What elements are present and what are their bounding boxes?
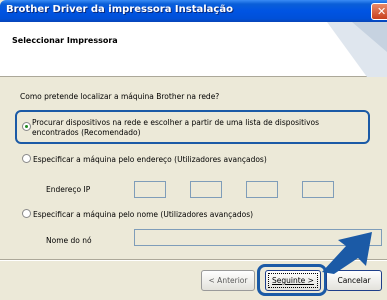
- pointer-arrow-icon: [322, 232, 372, 274]
- header-decoration: [327, 22, 387, 77]
- page-title: Seleccionar Impressora: [12, 36, 118, 45]
- option1-line1: Procurar dispositivos na rede e escolher…: [32, 118, 320, 127]
- next-button[interactable]: Seguinte >: [265, 270, 321, 291]
- option1-label: Procurar dispositivos na rede e escolher…: [32, 118, 352, 138]
- radio-specify-name[interactable]: [22, 209, 31, 218]
- cancel-button-label: Cancelar: [337, 276, 371, 285]
- back-button-label: < Anterior: [208, 276, 248, 285]
- option2-label: Especificar a máquina pelo endereço (Uti…: [33, 155, 267, 164]
- ip-octet-4-field[interactable]: [302, 181, 334, 198]
- header-panel: Seleccionar Impressora: [0, 22, 387, 77]
- question-label: Como pretende localizar a máquina Brothe…: [20, 92, 220, 101]
- back-button[interactable]: < Anterior: [201, 270, 255, 291]
- next-button-label: Seguinte >: [272, 276, 314, 285]
- node-name-label: Nome do nó: [46, 236, 92, 245]
- ip-octet-1-field[interactable]: [134, 181, 166, 198]
- window-title: Brother Driver da impressora Instalação: [6, 4, 233, 15]
- ip-octet-2-field[interactable]: [190, 181, 222, 198]
- option3-label: Especificar a máquina pelo nome (Utiliza…: [33, 210, 254, 219]
- radio-specify-address[interactable]: [22, 154, 31, 163]
- option1-line2: encontrados (Recomendado): [32, 128, 141, 137]
- installer-window: Brother Driver da impressora Instalação …: [0, 0, 387, 300]
- title-bar: Brother Driver da impressora Instalação …: [0, 0, 387, 22]
- next-button-focus: Seguinte >: [268, 273, 318, 288]
- ip-address-label: Endereço IP: [46, 185, 91, 194]
- radio-search-network[interactable]: [22, 122, 31, 131]
- close-icon: ✕: [377, 5, 387, 18]
- ip-octet-3-field[interactable]: [246, 181, 278, 198]
- close-button[interactable]: ✕: [371, 3, 387, 20]
